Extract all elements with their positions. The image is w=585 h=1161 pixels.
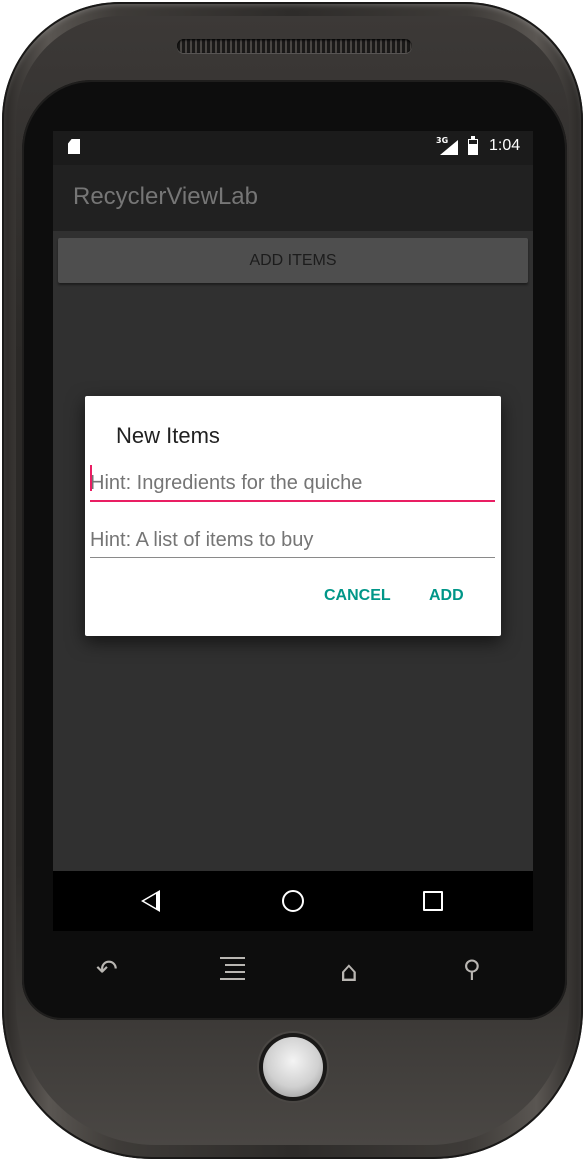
earpiece-speaker xyxy=(177,39,412,53)
status-bar: 3G 1:04 xyxy=(53,131,533,165)
app-bar: RecyclerViewLab xyxy=(53,165,533,231)
navigation-bar xyxy=(53,871,533,931)
add-button[interactable]: ADD xyxy=(423,583,470,609)
cancel-button[interactable]: CANCEL xyxy=(318,583,397,609)
sd-card-icon xyxy=(68,139,80,154)
hw-back-icon[interactable]: ↶ xyxy=(96,955,118,985)
hw-home-icon[interactable]: ⌂ xyxy=(340,955,358,988)
text-cursor xyxy=(90,465,92,491)
status-time: 1:04 xyxy=(489,137,521,154)
trackball[interactable] xyxy=(263,1037,323,1097)
app-title: RecyclerViewLab xyxy=(73,183,258,210)
items-to-buy-field[interactable] xyxy=(90,523,495,558)
hw-menu-icon[interactable] xyxy=(220,957,245,985)
recents-square-icon[interactable] xyxy=(423,891,443,911)
dialog-title: New Items xyxy=(116,423,220,448)
add-items-button[interactable]: ADD ITEMS xyxy=(58,238,528,283)
new-items-dialog: New Items CANCEL ADD xyxy=(85,396,501,636)
screen: 3G 1:04 RecyclerViewLab ADD ITEMS New It… xyxy=(53,131,533,931)
ingredients-field[interactable] xyxy=(90,466,495,502)
battery-icon xyxy=(468,136,478,155)
home-circle-icon[interactable] xyxy=(282,890,304,912)
back-triangle-icon[interactable] xyxy=(141,890,160,912)
hw-search-icon[interactable]: ⚲ xyxy=(463,955,481,983)
network-type: 3G xyxy=(436,136,449,145)
